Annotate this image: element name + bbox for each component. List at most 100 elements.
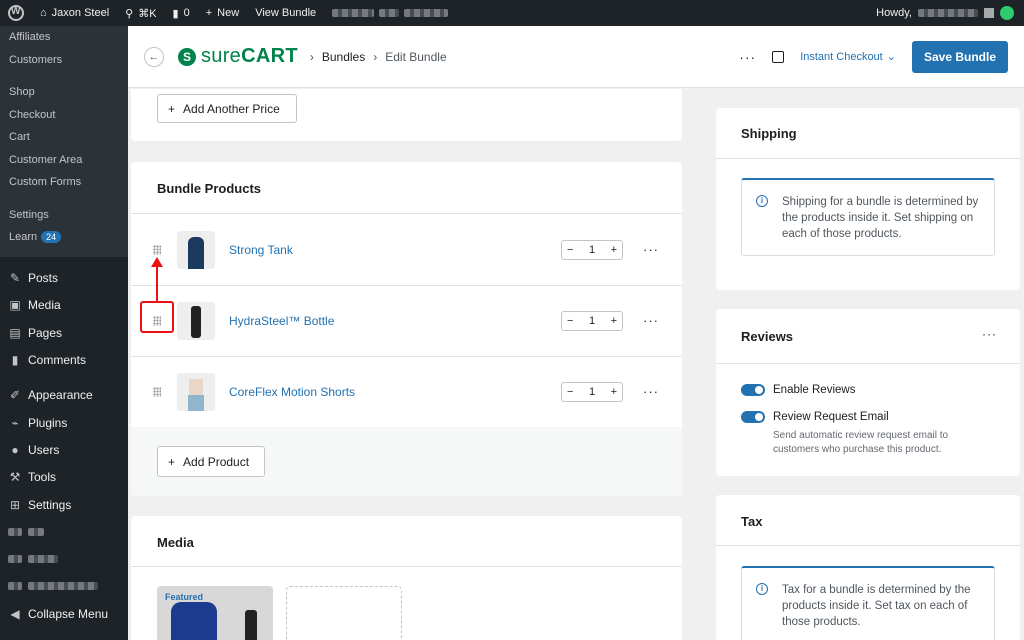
new-content-button[interactable]: + New xyxy=(198,0,247,26)
sidebar-item-surecart-settings[interactable]: Settings xyxy=(0,204,128,227)
plus-icon[interactable]: + xyxy=(611,386,617,398)
sidebar-item-posts[interactable]: ✎ Posts xyxy=(0,265,128,292)
search-command-button[interactable]: ⚲ ⌘K xyxy=(117,0,164,26)
surecart-logo: S sureCART xyxy=(178,45,298,68)
redacted-username xyxy=(918,9,978,17)
sidebar-item-label: Tools xyxy=(28,470,57,485)
breadcrumb-bundles[interactable]: Bundles xyxy=(322,50,365,64)
save-bundle-button[interactable]: Save Bundle xyxy=(911,40,1008,73)
add-another-price-button[interactable]: + Add Another Price xyxy=(157,94,297,123)
enable-reviews-toggle[interactable] xyxy=(741,384,765,396)
sidebar-item-comments[interactable]: ▮ Comments xyxy=(0,346,128,373)
plus-icon: + xyxy=(205,7,213,19)
new-label: New xyxy=(217,7,240,19)
bundle-products-card: Bundle Products Strong Tank − 1 + ··· Hydr… xyxy=(131,162,682,496)
back-button[interactable]: ← xyxy=(144,46,164,67)
product-thumbnail xyxy=(177,230,215,269)
sidebar-item-custom-forms[interactable]: Custom Forms xyxy=(0,171,128,194)
review-request-toggle[interactable] xyxy=(741,411,765,423)
featured-tag: Featured xyxy=(165,592,204,602)
minus-icon[interactable]: − xyxy=(567,244,573,256)
home-icon: ⌂ xyxy=(40,7,47,19)
table-row: HydraSteel™ Bottle − 1 + ··· xyxy=(131,285,682,356)
sidebar-item-label: Pages xyxy=(28,325,63,340)
drag-handle-icon[interactable] xyxy=(153,244,161,255)
sidebar-item-appearance[interactable]: ✐ Appearance xyxy=(0,382,128,409)
info-icon: i xyxy=(756,583,768,595)
sidebar-item-checkout[interactable]: Checkout xyxy=(0,104,128,127)
sidebar-item-tools[interactable]: ⚒ Tools xyxy=(0,464,128,491)
enable-reviews-label: Enable Reviews xyxy=(773,384,856,396)
media-upload-dropzone[interactable] xyxy=(286,586,402,640)
sidebar-item-plugins[interactable]: ⌁ Plugins xyxy=(0,409,128,436)
tax-card: Tax i Tax for a bundle is determined by … xyxy=(716,495,1020,640)
annotation-arrow-line xyxy=(156,265,158,301)
plus-icon[interactable]: + xyxy=(611,244,617,256)
comments-link[interactable]: ▮ 0 xyxy=(165,0,198,26)
drag-handle-icon[interactable] xyxy=(153,386,161,397)
surecart-logo-icon: S xyxy=(178,47,196,66)
quantity-stepper[interactable]: − 1 + xyxy=(561,239,623,260)
quantity-value[interactable]: 1 xyxy=(589,244,595,256)
site-name-link[interactable]: ⌂ Jaxon Steel xyxy=(32,0,117,26)
wordpress-logo-button[interactable] xyxy=(0,0,32,26)
sidebar-item-users[interactable]: ● Users xyxy=(0,436,128,463)
sidebar-item-label: Users xyxy=(28,442,60,457)
quantity-value[interactable]: 1 xyxy=(589,315,595,327)
bundle-products-title: Bundle Products xyxy=(157,181,262,196)
sidebar-item-cart[interactable]: Cart xyxy=(0,126,128,149)
more-options-button[interactable]: ··· xyxy=(739,49,756,65)
sidebar-item-customer-area[interactable]: Customer Area xyxy=(0,149,128,172)
comment-icon: ▮ xyxy=(172,7,179,20)
sidebar-item-learn[interactable]: Learn 24 xyxy=(0,226,128,249)
minus-icon[interactable]: − xyxy=(567,386,573,398)
plugin-icon: ⌁ xyxy=(11,415,19,430)
sidebar-item-redacted-1[interactable] xyxy=(0,518,128,545)
reviews-more-button[interactable]: ··· xyxy=(982,327,997,341)
sidebar-item-label: Plugins xyxy=(28,415,68,430)
sidebar-item-shop[interactable]: Shop xyxy=(0,81,128,104)
view-label: View Bundle xyxy=(255,7,317,19)
sidebar-item-media[interactable]: ▣ Media xyxy=(0,292,128,319)
site-name: Jaxon Steel xyxy=(51,7,110,19)
sidebar-item-label: Media xyxy=(28,298,61,313)
surecart-logo-text: sureCART xyxy=(201,45,298,67)
pages-icon: ▤ xyxy=(9,325,21,340)
sidebar-item-affiliates[interactable]: Affiliates xyxy=(0,26,128,49)
row-more-button[interactable]: ··· xyxy=(643,384,659,399)
instant-checkout-dropdown[interactable]: Instant Checkout ⌄ xyxy=(800,50,896,64)
minus-icon[interactable]: − xyxy=(567,315,573,327)
view-bundle-link[interactable]: View Bundle xyxy=(247,0,324,26)
collapse-menu-button[interactable]: ◀ Collapse Menu xyxy=(0,600,128,627)
search-shortcut: ⌘K xyxy=(138,7,157,20)
enable-reviews-toggle-row[interactable]: Enable Reviews xyxy=(741,384,855,396)
review-request-toggle-row[interactable]: Review Request Email xyxy=(741,411,889,423)
external-link-icon[interactable] xyxy=(772,50,785,63)
admin-sidebar: Affiliates Customers Shop Checkout Cart … xyxy=(0,26,128,640)
add-product-button[interactable]: + Add Product xyxy=(157,446,265,477)
reviews-title: Reviews xyxy=(741,329,794,344)
product-link[interactable]: Strong Tank xyxy=(229,243,293,257)
quantity-value[interactable]: 1 xyxy=(589,386,595,398)
row-more-button[interactable]: ··· xyxy=(643,313,659,328)
arrow-left-icon: ← xyxy=(148,50,160,63)
sidebar-item-settings[interactable]: ⊞ Settings xyxy=(0,491,128,518)
media-card: Media Featured xyxy=(131,516,682,640)
product-link[interactable]: HydraSteel™ Bottle xyxy=(229,314,334,328)
quantity-stepper[interactable]: − 1 + xyxy=(561,310,623,331)
sidebar-item-redacted-3[interactable] xyxy=(0,573,128,600)
wrench-icon: ⚒ xyxy=(9,470,21,485)
quantity-stepper[interactable]: − 1 + xyxy=(561,381,623,402)
product-link[interactable]: CoreFlex Motion Shorts xyxy=(229,385,355,399)
sidebar-item-label: Comments xyxy=(28,353,87,368)
sidebar-item-customers[interactable]: Customers xyxy=(0,49,128,72)
howdy-text: Howdy, xyxy=(876,7,912,19)
sidebar-item-redacted-2[interactable] xyxy=(0,545,128,572)
add-product-label: Add Product xyxy=(183,454,250,469)
avatar[interactable] xyxy=(1000,6,1014,20)
featured-media-tile[interactable]: Featured xyxy=(157,586,273,640)
admin-bar: ⌂ Jaxon Steel ⚲⌘K ▮0 + New View Bundle How… xyxy=(0,0,1024,26)
plus-icon[interactable]: + xyxy=(611,315,617,327)
sidebar-item-pages[interactable]: ▤ Pages xyxy=(0,319,128,346)
row-more-button[interactable]: ··· xyxy=(643,242,659,257)
